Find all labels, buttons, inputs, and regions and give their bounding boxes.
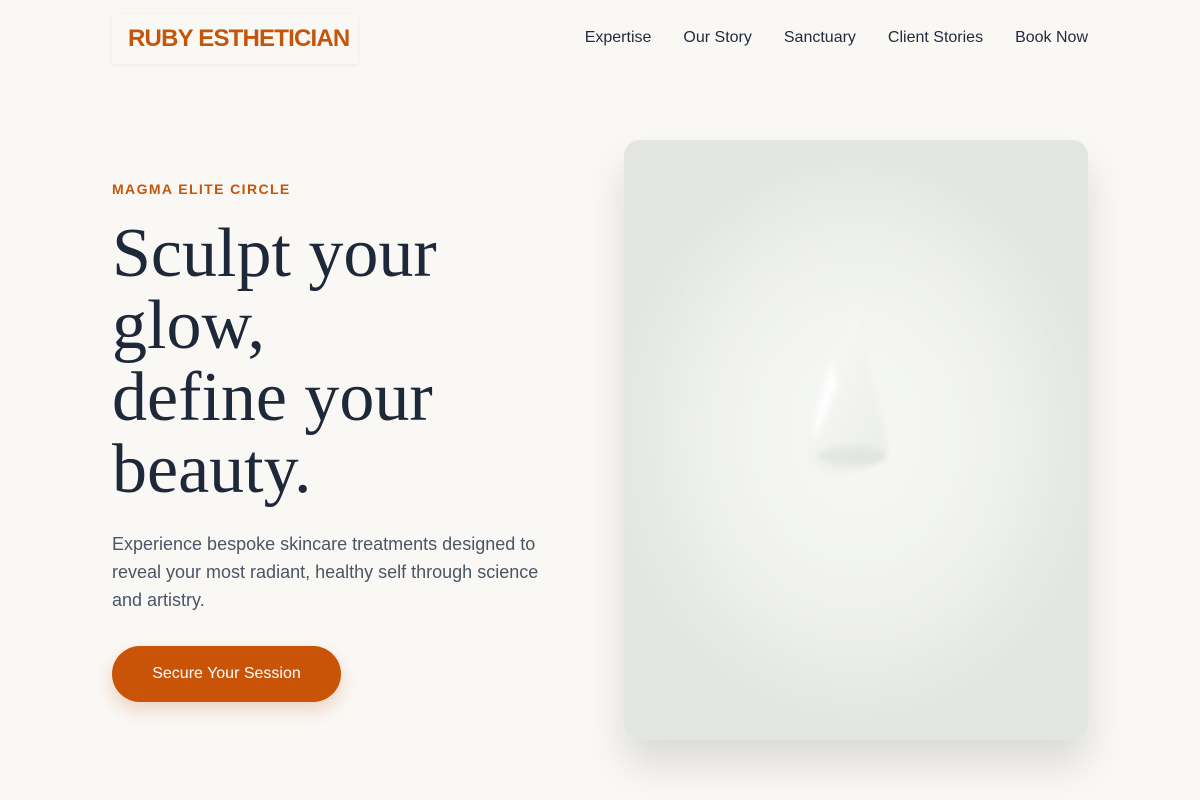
- site-header: RUBY ESTHETICIAN Expertise Our Story San…: [0, 0, 1200, 80]
- headline-line: define your: [112, 359, 433, 436]
- cream-texture-image: [624, 140, 1088, 740]
- main-nav: Expertise Our Story Sanctuary Client Sto…: [585, 28, 1088, 48]
- brand-logo[interactable]: RUBY ESTHETICIAN: [112, 14, 358, 64]
- nav-link-expertise[interactable]: Expertise: [585, 28, 652, 48]
- hero-eyebrow: MAGMA ELITE CIRCLE: [112, 181, 291, 197]
- headline-line: glow,: [112, 287, 265, 364]
- nav-link-sanctuary[interactable]: Sanctuary: [784, 28, 856, 48]
- headline-line: Sculpt your: [112, 215, 437, 292]
- hero-headline: Sculpt your glow, define your beauty.: [112, 218, 552, 506]
- nav-link-client-stories[interactable]: Client Stories: [888, 28, 983, 48]
- nav-link-book-now[interactable]: Book Now: [1015, 28, 1088, 48]
- secure-session-button[interactable]: Secure Your Session: [112, 646, 341, 702]
- nav-link-our-story[interactable]: Our Story: [683, 28, 751, 48]
- hero-description: Experience bespoke skincare treatments d…: [112, 534, 539, 610]
- hero-image: [624, 140, 1088, 740]
- headline-line: beauty.: [112, 431, 312, 508]
